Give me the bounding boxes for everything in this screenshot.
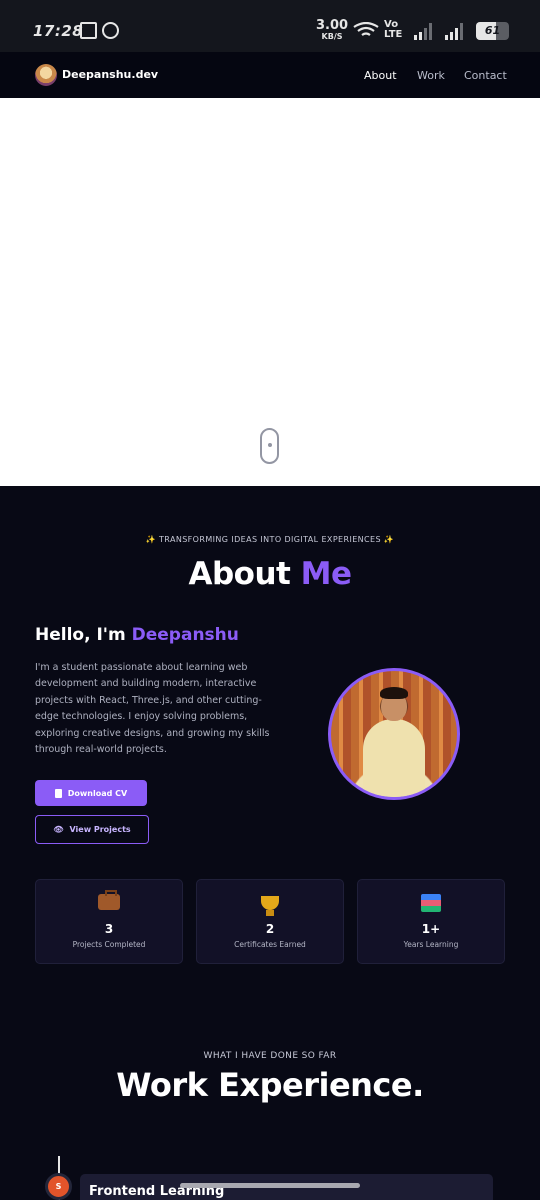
signal-icon-sim2 [445,22,467,40]
network-type: Vo LTE [384,20,402,40]
stat-label: Years Learning [403,940,459,949]
whatsapp-icon [102,22,119,39]
status-bar: 17:28 3.00 KB/S Vo LTE 61 [0,0,540,52]
about-title: About Me [0,556,540,592]
greeting-heading: Hello, I'm Deepanshu [35,625,239,645]
brand-name[interactable]: Deepanshu.dev [62,68,158,81]
stat-label: Certificates Earned [234,940,306,949]
battery-icon: 61 [476,22,509,40]
network-speed: 3.00 KB/S [316,18,349,41]
greeting-text: Hello, I'm [35,625,132,645]
scroll-indicator-icon[interactable] [260,428,279,464]
logo-avatar-icon[interactable] [35,64,57,86]
stat-card-certificates: 2 Certificates Earned [196,879,344,964]
timeline-node-icon: S [45,1173,72,1200]
nav-link-work[interactable]: Work [417,69,445,82]
about-eyebrow: ✨ TRANSFORMING IDEAS INTO DIGITAL EXPERI… [145,535,395,544]
stat-value: 3 [104,922,114,936]
nav-link-contact[interactable]: Contact [464,69,507,82]
stat-card-projects: 3 Projects Completed [35,879,183,964]
wifi-icon [353,22,379,36]
battery-percent: 61 [484,24,501,37]
eye-icon: 👁 [53,825,64,834]
stat-card-years: 1+ Years Learning [357,879,505,964]
work-eyebrow: WHAT I HAVE DONE SO FAR [203,1051,337,1061]
view-projects-button[interactable]: 👁 View Projects [35,815,149,844]
briefcase-icon [98,890,120,910]
about-title-accent: Me [300,556,352,592]
clock: 17:28 [33,22,84,40]
greeting-name: Deepanshu [131,625,239,645]
stat-value: 1+ [421,922,441,936]
stat-label: Projects Completed [72,940,146,949]
trophy-icon [261,896,279,916]
download-cv-button[interactable]: Download CV [35,780,147,806]
notification-icon [80,22,97,39]
screen: 17:28 3.00 KB/S Vo LTE 61 Deepanshu.dev [0,0,540,1200]
scroll-indicator-dot [268,443,272,447]
signal-icon [414,22,436,40]
view-projects-label: View Projects [69,825,131,834]
work-title: Work Experience. [116,1066,424,1104]
top-nav: Deepanshu.dev About Work Contact [0,52,540,98]
stat-value: 2 [265,922,275,936]
download-cv-label: Download CV [67,788,128,798]
document-icon [54,788,62,798]
books-icon [421,894,441,912]
profile-photo-body [363,719,425,797]
network-speed-value: 3.00 [316,18,349,33]
nav-link-about[interactable]: About [364,69,397,82]
about-title-main: About [188,556,301,592]
profile-photo-hair [380,687,408,699]
network-lte: LTE [384,29,403,40]
profile-photo [328,668,460,800]
network-speed-unit: KB/S [321,32,343,41]
gesture-home-bar[interactable] [180,1183,360,1188]
bio-paragraph: I'm a student passionate about learning … [35,662,270,756]
